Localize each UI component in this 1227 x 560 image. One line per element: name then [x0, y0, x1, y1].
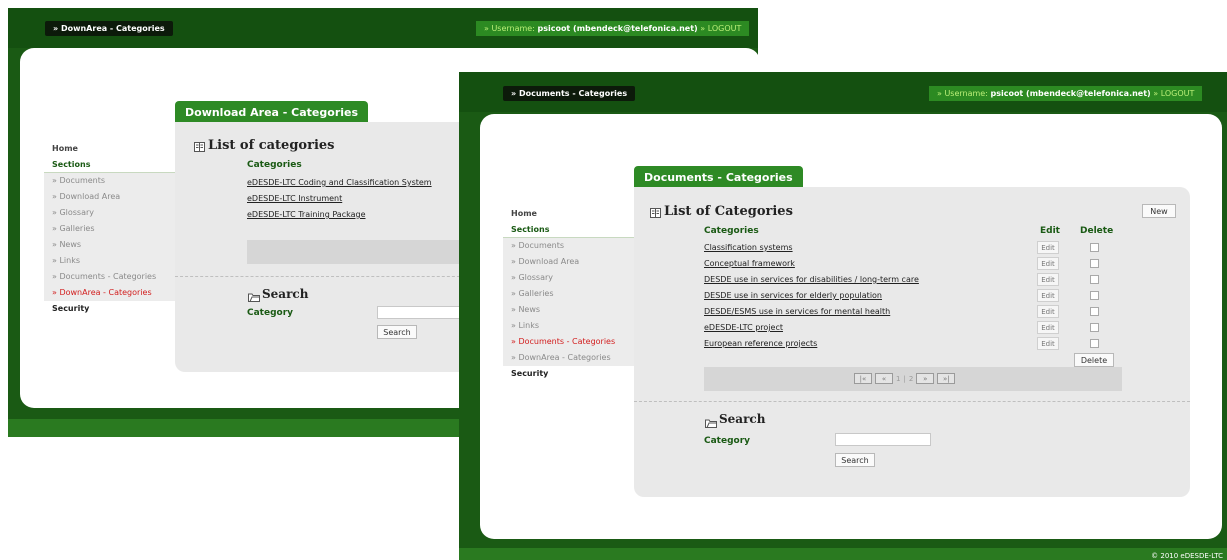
categories-header: Categories — [704, 226, 759, 236]
logout-link[interactable]: » LOGOUT — [1153, 89, 1194, 98]
category-search-input[interactable] — [835, 433, 931, 446]
category-link[interactable]: eDESDE-LTC project — [704, 323, 783, 332]
edit-button[interactable]: Edit — [1037, 273, 1059, 286]
delete-header: Delete — [1080, 226, 1114, 236]
category-link[interactable]: Conceptual framework — [704, 259, 795, 268]
sidebar-item-download-area[interactable]: » Download Area — [44, 189, 176, 205]
delete-checkbox[interactable] — [1090, 307, 1099, 316]
pagination: |« « 1 | 2 » »| — [854, 373, 956, 384]
back-page-tab: Download Area - Categories — [175, 101, 369, 124]
categories-header: Categories — [247, 160, 302, 170]
sidebar-security[interactable]: Security — [503, 366, 635, 382]
next-page-button[interactable]: » — [916, 373, 935, 384]
sidebar-home[interactable]: Home — [44, 141, 176, 157]
list-title: List of categories — [208, 138, 335, 153]
edit-button[interactable]: Edit — [1037, 257, 1059, 270]
front-breadcrumb[interactable]: » Documents - Categories — [503, 86, 636, 101]
sidebar-sections: Sections — [44, 157, 176, 173]
first-page-button[interactable]: |« — [854, 373, 872, 384]
username-value: psicoot (mbendeck@telefonica.net) — [537, 24, 698, 33]
new-button[interactable]: New — [1142, 204, 1176, 218]
list-icon — [650, 208, 661, 218]
category-link[interactable]: DESDE/ESMS use in services for mental he… — [704, 307, 890, 316]
edit-button[interactable]: Edit — [1037, 241, 1059, 254]
sidebar-sections: Sections — [503, 222, 635, 238]
sidebar-item-glossary[interactable]: » Glossary — [44, 205, 176, 221]
back-content: List of categories Categories eDESDE-LTC… — [175, 122, 475, 372]
page-separator: | — [903, 374, 906, 383]
sidebar-item-news[interactable]: » News — [503, 302, 635, 318]
edit-header: Edit — [1040, 226, 1060, 236]
delete-checkbox[interactable] — [1090, 339, 1099, 348]
back-user-bar: » Username: psicoot (mbendeck@telefonica… — [476, 21, 750, 36]
category-link[interactable]: eDESDE-LTC Training Package — [247, 210, 366, 219]
category-link[interactable]: Classification systems — [704, 243, 793, 252]
username-value: psicoot (mbendeck@telefonica.net) — [990, 89, 1151, 98]
sidebar-security[interactable]: Security — [44, 301, 176, 317]
edit-button[interactable]: Edit — [1037, 337, 1059, 350]
front-user-bar: » Username: psicoot (mbendeck@telefonica… — [929, 86, 1203, 101]
category-label: Category — [247, 308, 294, 318]
section-divider — [634, 401, 1190, 402]
prev-page-button[interactable]: « — [875, 373, 893, 384]
page-number[interactable]: 1 — [896, 375, 900, 383]
pager-bar — [247, 240, 475, 264]
delete-checkbox[interactable] — [1090, 323, 1099, 332]
back-sidebar: Home Sections » Documents » Download Are… — [44, 141, 176, 317]
category-label: Category — [704, 436, 751, 446]
delete-button[interactable]: Delete — [1074, 353, 1114, 367]
category-link[interactable]: DESDE use in services for elderly popula… — [704, 291, 882, 300]
edit-button[interactable]: Edit — [1037, 321, 1059, 334]
sidebar-item-documents-categories[interactable]: » Documents - Categories — [44, 269, 176, 285]
section-divider — [175, 276, 475, 277]
edit-button[interactable]: Edit — [1037, 289, 1059, 302]
delete-checkbox[interactable] — [1090, 275, 1099, 284]
sidebar-item-documents-categories[interactable]: » Documents - Categories — [503, 334, 635, 350]
front-page-tab: Documents - Categories — [634, 166, 803, 189]
search-button[interactable]: Search — [377, 325, 417, 339]
front-footer-bar — [459, 548, 1227, 560]
username-label: » Username: — [484, 24, 535, 33]
username-label: » Username: — [937, 89, 988, 98]
search-title: Search — [719, 412, 766, 426]
sidebar-item-news[interactable]: » News — [44, 237, 176, 253]
search-title: Search — [262, 287, 309, 301]
search-folder-icon — [705, 419, 717, 428]
sidebar-item-glossary[interactable]: » Glossary — [503, 270, 635, 286]
back-breadcrumb[interactable]: » DownArea - Categories — [45, 21, 173, 36]
sidebar-item-galleries[interactable]: » Galleries — [503, 286, 635, 302]
sidebar-item-downarea-categories[interactable]: » DownArea - Categories — [503, 350, 635, 366]
edit-button[interactable]: Edit — [1037, 305, 1059, 318]
front-sidebar: Home Sections » Documents » Download Are… — [503, 206, 635, 382]
sidebar-item-links[interactable]: » Links — [503, 318, 635, 334]
page-number[interactable]: 2 — [909, 375, 913, 383]
sidebar-item-downarea-categories[interactable]: » DownArea - Categories — [44, 285, 176, 301]
delete-checkbox[interactable] — [1090, 291, 1099, 300]
category-link[interactable]: eDESDE-LTC Coding and Classification Sys… — [247, 178, 432, 187]
sidebar-item-links[interactable]: » Links — [44, 253, 176, 269]
delete-checkbox[interactable] — [1090, 259, 1099, 268]
list-title: List of Categories — [664, 204, 793, 219]
front-window: » Documents - Categories » Username: psi… — [459, 72, 1227, 560]
last-page-button[interactable]: »| — [937, 373, 956, 384]
list-icon — [194, 142, 205, 152]
sidebar-item-documents[interactable]: » Documents — [503, 238, 635, 254]
category-link[interactable]: European reference projects — [704, 339, 817, 348]
sidebar-home[interactable]: Home — [503, 206, 635, 222]
front-content: List of Categories New Categories Edit D… — [634, 187, 1190, 497]
search-folder-icon — [248, 293, 260, 302]
screenshot-collage: » DownArea - Categories » Username: psic… — [0, 0, 1227, 560]
sidebar-item-download-area[interactable]: » Download Area — [503, 254, 635, 270]
category-link[interactable]: eDESDE-LTC Instrument — [247, 194, 342, 203]
logout-link[interactable]: » LOGOUT — [700, 24, 741, 33]
search-button[interactable]: Search — [835, 453, 875, 467]
category-link[interactable]: DESDE use in services for disabilities /… — [704, 275, 919, 284]
sidebar-item-galleries[interactable]: » Galleries — [44, 221, 176, 237]
sidebar-item-documents[interactable]: » Documents — [44, 173, 176, 189]
copyright: © 2010 eDESDE-LTC — [1151, 552, 1223, 560]
delete-checkbox[interactable] — [1090, 243, 1099, 252]
